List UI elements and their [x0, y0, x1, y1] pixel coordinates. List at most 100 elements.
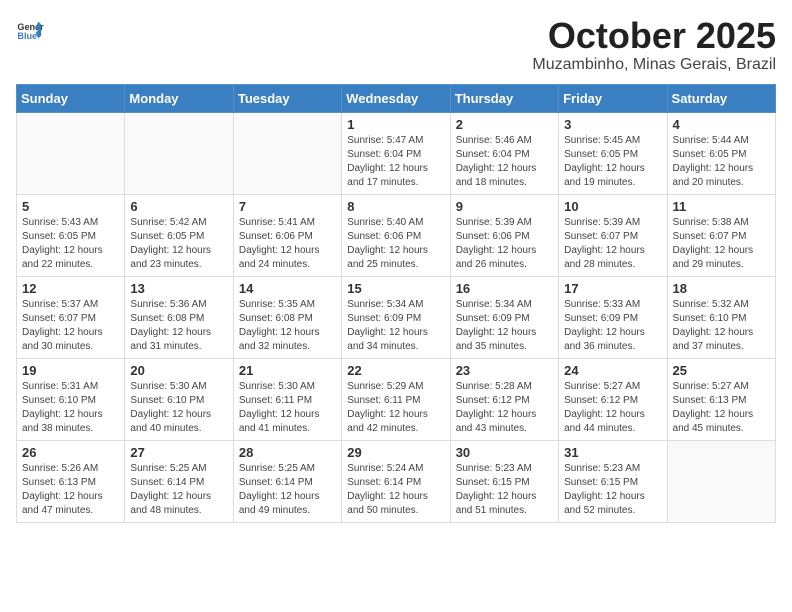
- day-info: Sunrise: 5:41 AMSunset: 6:06 PMDaylight:…: [239, 216, 336, 272]
- week-row-3: 12Sunrise: 5:37 AMSunset: 6:07 PMDayligh…: [17, 276, 776, 358]
- day-info: Sunrise: 5:32 AMSunset: 6:10 PMDaylight:…: [673, 298, 770, 354]
- day-number: 8: [347, 199, 444, 214]
- day-cell: 10 Sunrise: 5:39 AMSunset: 6:07 PMDayligh…: [559, 194, 667, 276]
- day-cell: [125, 112, 233, 194]
- day-cell: 14Sunrise: 5:35 AMSunset: 6:08 PMDayligh…: [233, 276, 341, 358]
- day-number: 1: [347, 117, 444, 132]
- day-number: 15: [347, 281, 444, 296]
- day-cell: 9Sunrise: 5:39 AMSunset: 6:06 PMDaylight…: [450, 194, 558, 276]
- day-number: 19: [22, 363, 119, 378]
- svg-text:Blue: Blue: [17, 31, 37, 41]
- day-info: Sunrise: 5:26 AMSunset: 6:13 PMDaylight:…: [22, 462, 119, 518]
- day-cell: 25 Sunrise: 5:27 AMSunset: 6:13 PMDayligh…: [667, 358, 775, 440]
- day-number: 31: [564, 445, 661, 460]
- day-number: 30: [456, 445, 553, 460]
- day-cell: [667, 440, 775, 522]
- day-cell: 19Sunrise: 5:31 AMSunset: 6:10 PMDayligh…: [17, 358, 125, 440]
- day-info: Sunrise: 5:34 AMSunset: 6:09 PMDaylight:…: [347, 298, 444, 354]
- day-cell: 17 Sunrise: 5:33 AMSunset: 6:09 PMDayligh…: [559, 276, 667, 358]
- day-cell: 30 Sunrise: 5:23 AMSunset: 6:15 PMDayligh…: [450, 440, 558, 522]
- day-number: 18: [673, 281, 770, 296]
- day-number: 7: [239, 199, 336, 214]
- day-cell: 24 Sunrise: 5:27 AMSunset: 6:12 PMDayligh…: [559, 358, 667, 440]
- logo: General Blue: [16, 16, 44, 44]
- day-info: Sunrise: 5:33 AMSunset: 6:09 PMDaylight:…: [564, 298, 661, 354]
- day-cell: 15 Sunrise: 5:34 AMSunset: 6:09 PMDayligh…: [342, 276, 450, 358]
- weekday-saturday: Saturday: [667, 84, 775, 112]
- day-info: Sunrise: 5:24 AMSunset: 6:14 PMDaylight:…: [347, 462, 444, 518]
- weekday-thursday: Thursday: [450, 84, 558, 112]
- day-cell: 2 Sunrise: 5:46 AMSunset: 6:04 PMDaylight…: [450, 112, 558, 194]
- title-area: October 2025 Muzambinho, Minas Gerais, B…: [532, 16, 776, 74]
- day-number: 2: [456, 117, 553, 132]
- day-cell: 13 Sunrise: 5:36 AMSunset: 6:08 PMDayligh…: [125, 276, 233, 358]
- day-cell: 3Sunrise: 5:45 AMSunset: 6:05 PMDaylight…: [559, 112, 667, 194]
- day-info: Sunrise: 5:28 AMSunset: 6:12 PMDaylight:…: [456, 380, 553, 436]
- day-cell: 20Sunrise: 5:30 AMSunset: 6:10 PMDayligh…: [125, 358, 233, 440]
- day-number: 26: [22, 445, 119, 460]
- weekday-sunday: Sunday: [17, 84, 125, 112]
- day-cell: 16 Sunrise: 5:34 AMSunset: 6:09 PMDayligh…: [450, 276, 558, 358]
- day-cell: 18 Sunrise: 5:32 AMSunset: 6:10 PMDayligh…: [667, 276, 775, 358]
- day-info: Sunrise: 5:27 AMSunset: 6:13 PMDaylight:…: [673, 380, 770, 436]
- day-info: Sunrise: 5:27 AMSunset: 6:12 PMDaylight:…: [564, 380, 661, 436]
- day-number: 17: [564, 281, 661, 296]
- day-info: Sunrise: 5:39 AMSunset: 6:07 PMDaylight:…: [564, 216, 661, 272]
- day-number: 13: [130, 281, 227, 296]
- month-title: October 2025: [532, 16, 776, 56]
- day-cell: 23 Sunrise: 5:28 AMSunset: 6:12 PMDayligh…: [450, 358, 558, 440]
- weekday-friday: Friday: [559, 84, 667, 112]
- calendar-body: 1 Sunrise: 5:47 AMSunset: 6:04 PMDaylight…: [17, 112, 776, 522]
- day-cell: 26 Sunrise: 5:26 AMSunset: 6:13 PMDayligh…: [17, 440, 125, 522]
- weekday-header: SundayMondayTuesdayWednesdayThursdayFrid…: [17, 84, 776, 112]
- day-info: Sunrise: 5:23 AMSunset: 6:15 PMDaylight:…: [564, 462, 661, 518]
- day-info: Sunrise: 5:23 AMSunset: 6:15 PMDaylight:…: [456, 462, 553, 518]
- day-info: Sunrise: 5:38 AMSunset: 6:07 PMDaylight:…: [673, 216, 770, 272]
- week-row-1: 1 Sunrise: 5:47 AMSunset: 6:04 PMDaylight…: [17, 112, 776, 194]
- day-number: 21: [239, 363, 336, 378]
- day-info: Sunrise: 5:47 AMSunset: 6:04 PMDaylight:…: [347, 134, 444, 190]
- day-info: Sunrise: 5:30 AMSunset: 6:10 PMDaylight:…: [130, 380, 227, 436]
- week-row-5: 26 Sunrise: 5:26 AMSunset: 6:13 PMDayligh…: [17, 440, 776, 522]
- day-cell: 8 Sunrise: 5:40 AMSunset: 6:06 PMDaylight…: [342, 194, 450, 276]
- day-number: 25: [673, 363, 770, 378]
- day-info: Sunrise: 5:34 AMSunset: 6:09 PMDaylight:…: [456, 298, 553, 354]
- location-title: Muzambinho, Minas Gerais, Brazil: [532, 56, 776, 74]
- day-number: 27: [130, 445, 227, 460]
- day-cell: 22Sunrise: 5:29 AMSunset: 6:11 PMDayligh…: [342, 358, 450, 440]
- day-cell: 21 Sunrise: 5:30 AMSunset: 6:11 PMDayligh…: [233, 358, 341, 440]
- day-info: Sunrise: 5:25 AMSunset: 6:14 PMDaylight:…: [239, 462, 336, 518]
- day-number: 28: [239, 445, 336, 460]
- day-info: Sunrise: 5:45 AMSunset: 6:05 PMDaylight:…: [564, 134, 661, 190]
- day-number: 11: [673, 199, 770, 214]
- calendar: SundayMondayTuesdayWednesdayThursdayFrid…: [16, 84, 776, 523]
- day-cell: 27 Sunrise: 5:25 AMSunset: 6:14 PMDayligh…: [125, 440, 233, 522]
- day-number: 9: [456, 199, 553, 214]
- day-cell: 4Sunrise: 5:44 AMSunset: 6:05 PMDaylight…: [667, 112, 775, 194]
- weekday-monday: Monday: [125, 84, 233, 112]
- day-number: 4: [673, 117, 770, 132]
- day-cell: [233, 112, 341, 194]
- day-info: Sunrise: 5:40 AMSunset: 6:06 PMDaylight:…: [347, 216, 444, 272]
- day-number: 16: [456, 281, 553, 296]
- weekday-tuesday: Tuesday: [233, 84, 341, 112]
- day-info: Sunrise: 5:36 AMSunset: 6:08 PMDaylight:…: [130, 298, 227, 354]
- day-cell: 6Sunrise: 5:42 AMSunset: 6:05 PMDaylight…: [125, 194, 233, 276]
- day-info: Sunrise: 5:30 AMSunset: 6:11 PMDaylight:…: [239, 380, 336, 436]
- day-cell: 28 Sunrise: 5:25 AMSunset: 6:14 PMDayligh…: [233, 440, 341, 522]
- day-number: 23: [456, 363, 553, 378]
- day-info: Sunrise: 5:37 AMSunset: 6:07 PMDaylight:…: [22, 298, 119, 354]
- day-info: Sunrise: 5:46 AMSunset: 6:04 PMDaylight:…: [456, 134, 553, 190]
- week-row-4: 19Sunrise: 5:31 AMSunset: 6:10 PMDayligh…: [17, 358, 776, 440]
- day-cell: 31 Sunrise: 5:23 AMSunset: 6:15 PMDayligh…: [559, 440, 667, 522]
- day-number: 10: [564, 199, 661, 214]
- day-info: Sunrise: 5:42 AMSunset: 6:05 PMDaylight:…: [130, 216, 227, 272]
- weekday-wednesday: Wednesday: [342, 84, 450, 112]
- day-cell: 5Sunrise: 5:43 AMSunset: 6:05 PMDaylight…: [17, 194, 125, 276]
- day-number: 24: [564, 363, 661, 378]
- day-number: 29: [347, 445, 444, 460]
- day-info: Sunrise: 5:25 AMSunset: 6:14 PMDaylight:…: [130, 462, 227, 518]
- day-cell: 29 Sunrise: 5:24 AMSunset: 6:14 PMDayligh…: [342, 440, 450, 522]
- week-row-2: 5Sunrise: 5:43 AMSunset: 6:05 PMDaylight…: [17, 194, 776, 276]
- day-number: 14: [239, 281, 336, 296]
